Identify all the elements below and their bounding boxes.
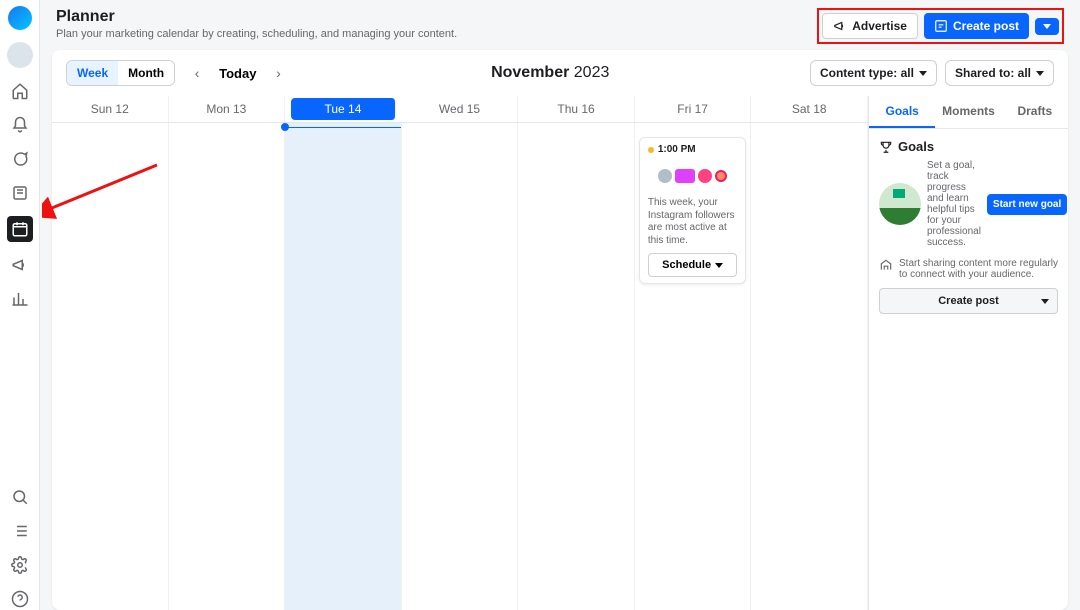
trophy-icon <box>879 140 893 154</box>
event-time: 1:00 PM <box>658 144 696 155</box>
tab-drafts[interactable]: Drafts <box>1002 96 1068 128</box>
day-header-active[interactable]: Tue 14 <box>291 98 396 120</box>
day-column[interactable]: 1:00 PM This week, your Instagram follow… <box>635 123 752 610</box>
schedule-label: Schedule <box>662 259 711 271</box>
chat-icon[interactable] <box>9 148 31 170</box>
create-post-button[interactable]: Create post <box>924 13 1029 39</box>
view-toggle: Week Month <box>66 60 175 86</box>
goals-heading-label: Goals <box>898 139 934 154</box>
view-week-button[interactable]: Week <box>67 61 118 85</box>
next-week-button[interactable]: › <box>266 61 290 85</box>
posts-icon[interactable] <box>9 182 31 204</box>
day-header[interactable]: Sun 12 <box>52 96 169 122</box>
goal-illustration <box>879 183 921 225</box>
chevron-down-icon <box>1036 71 1044 76</box>
content-type-label: Content type: all <box>820 66 914 80</box>
bell-icon[interactable] <box>9 114 31 136</box>
calendar-month: November <box>491 64 569 81</box>
status-dot-icon <box>648 147 654 153</box>
shared-to-label: Shared to: all <box>955 66 1031 80</box>
search-icon[interactable] <box>9 486 31 508</box>
home-icon[interactable] <box>9 80 31 102</box>
planner-icon[interactable] <box>7 216 33 242</box>
panel-create-post-label: Create post <box>938 295 999 307</box>
day-header[interactable]: Wed 15 <box>402 96 519 122</box>
day-header[interactable]: Mon 13 <box>169 96 286 122</box>
day-header-row: Sun 12 Mon 13 Tue 14 Wed 15 Thu 16 Fri 1… <box>52 96 868 123</box>
meta-logo <box>8 6 32 30</box>
calendar-controls: Week Month ‹ Today › November 2023 Conte… <box>52 50 1068 96</box>
day-column[interactable] <box>751 123 868 610</box>
event-description: This week, your Instagram followers are … <box>648 197 738 247</box>
advertise-button[interactable]: Advertise <box>822 13 918 39</box>
day-column[interactable] <box>52 123 169 610</box>
tab-goals[interactable]: Goals <box>869 96 935 128</box>
top-bar: Planner Plan your marketing calendar by … <box>40 0 1080 50</box>
calendar-title: November 2023 <box>491 64 609 82</box>
share-icon <box>879 258 893 272</box>
day-header[interactable]: Thu 16 <box>518 96 635 122</box>
panel-create-post-button[interactable]: Create post <box>879 288 1058 314</box>
prev-week-button[interactable]: ‹ <box>185 61 209 85</box>
content-type-filter[interactable]: Content type: all <box>810 60 937 86</box>
chevron-down-icon <box>919 71 927 76</box>
advertise-label: Advertise <box>852 19 907 33</box>
chevron-down-icon <box>715 263 723 268</box>
compose-icon <box>934 19 948 33</box>
megaphone-icon <box>833 19 847 33</box>
create-post-label: Create post <box>953 19 1019 33</box>
schedule-button[interactable]: Schedule <box>648 253 738 277</box>
calendar-grid: Sun 12 Mon 13 Tue 14 Wed 15 Thu 16 Fri 1… <box>52 96 868 610</box>
day-header[interactable]: Sat 18 <box>751 96 868 122</box>
page-subtitle: Plan your marketing calendar by creating… <box>56 28 457 40</box>
start-new-goal-button[interactable]: Start new goal <box>987 194 1067 215</box>
goals-description: Set a goal, track progress and learn hel… <box>927 160 981 248</box>
shared-to-filter[interactable]: Shared to: all <box>945 60 1054 86</box>
page-title: Planner <box>56 8 457 26</box>
list-icon[interactable] <box>9 520 31 542</box>
calendar-year: 2023 <box>574 64 610 81</box>
day-column-today[interactable] <box>285 123 402 610</box>
top-actions-highlight: Advertise Create post <box>817 8 1064 44</box>
account-avatar[interactable] <box>7 42 33 68</box>
chevron-down-icon <box>1041 299 1049 304</box>
settings-icon[interactable] <box>9 554 31 576</box>
event-illustration <box>648 159 738 193</box>
suggestion-card: 1:00 PM This week, your Instagram follow… <box>639 137 747 284</box>
left-sidebar <box>0 0 40 610</box>
goal-tip: Start sharing content more regularly to … <box>879 258 1058 280</box>
day-column[interactable] <box>402 123 519 610</box>
right-panel-tabs: Goals Moments Drafts <box>869 96 1068 129</box>
goal-tip-text: Start sharing content more regularly to … <box>899 258 1058 280</box>
goals-heading: Goals <box>879 139 1058 154</box>
help-icon[interactable] <box>9 588 31 610</box>
main-area: Planner Plan your marketing calendar by … <box>40 0 1080 610</box>
megaphone-icon[interactable] <box>9 254 31 276</box>
insights-icon[interactable] <box>9 288 31 310</box>
today-button[interactable]: Today <box>219 66 256 81</box>
right-panel: Goals Moments Drafts Goals Set a goal, t… <box>868 96 1068 610</box>
day-header[interactable]: Fri 17 <box>635 96 752 122</box>
day-column[interactable] <box>169 123 286 610</box>
create-post-dropdown[interactable] <box>1035 18 1059 35</box>
chevron-down-icon <box>1043 24 1051 29</box>
calendar-card: Week Month ‹ Today › November 2023 Conte… <box>52 50 1068 610</box>
view-month-button[interactable]: Month <box>118 61 174 85</box>
day-column[interactable] <box>518 123 635 610</box>
tab-moments[interactable]: Moments <box>935 96 1001 128</box>
